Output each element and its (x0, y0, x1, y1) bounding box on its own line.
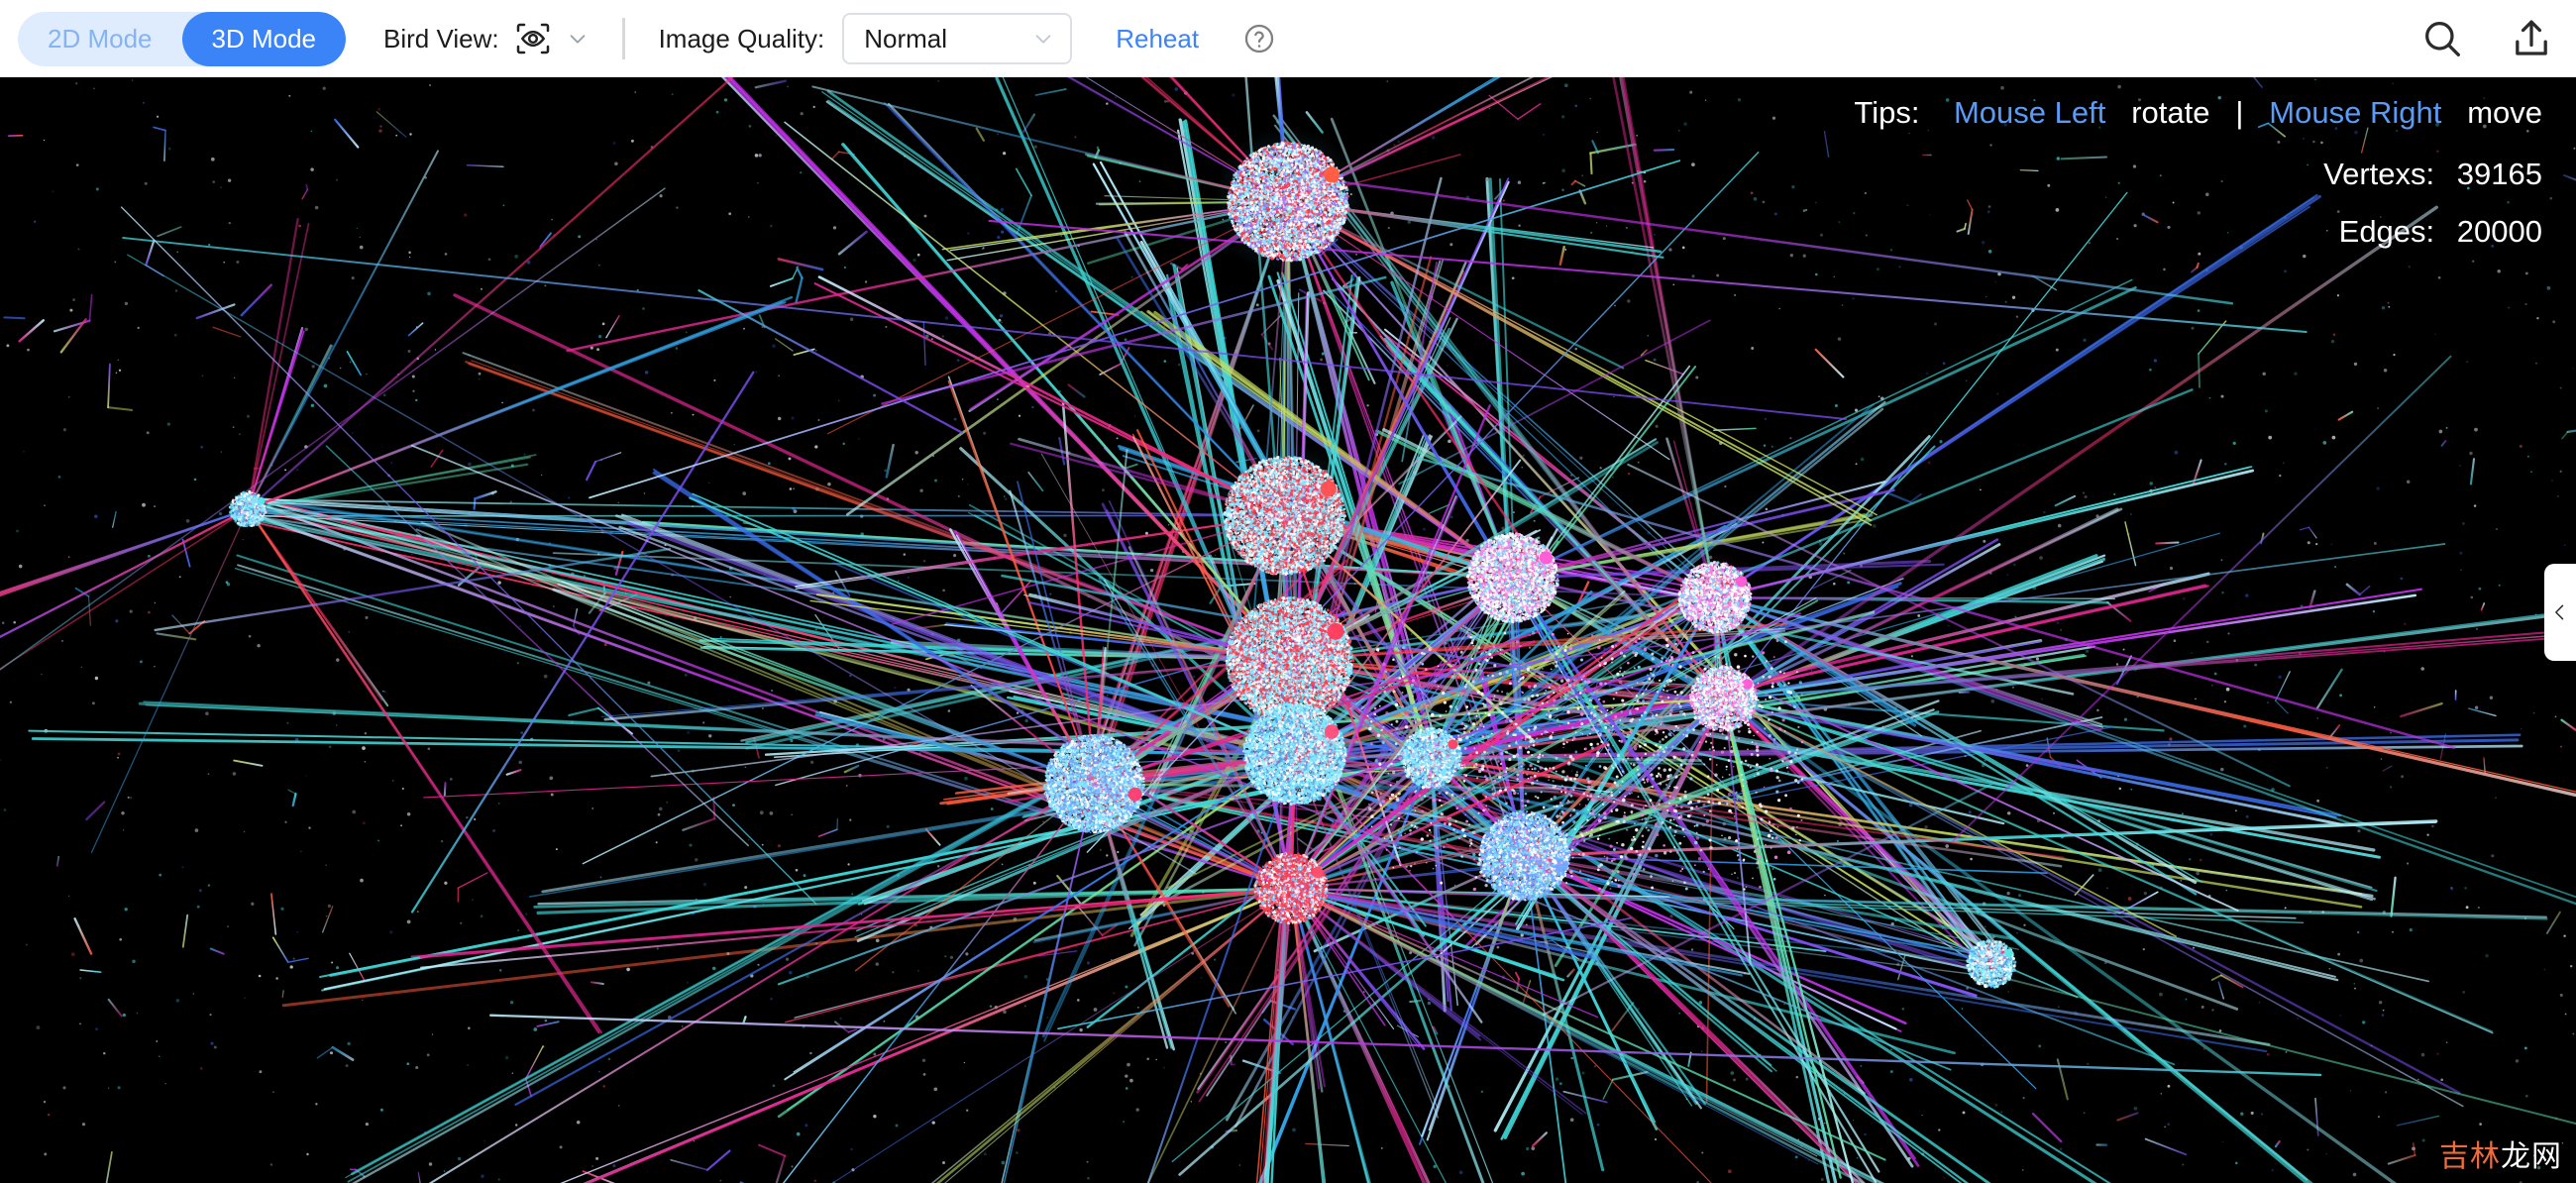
mode-2d-button[interactable]: 2D Mode (18, 12, 182, 66)
search-icon[interactable] (2419, 16, 2465, 61)
question-circle-icon[interactable] (1217, 22, 1276, 55)
upload-export-icon[interactable] (2509, 16, 2554, 61)
select-chevron-down-icon (1032, 28, 1054, 50)
mode-3d-button[interactable]: 3D Mode (182, 12, 347, 66)
toolbar-divider (622, 18, 625, 59)
image-quality-group: Image Quality: Normal Reheat (659, 13, 1276, 64)
image-quality-select[interactable]: Normal (842, 13, 1072, 64)
bird-view-group: Bird View: (383, 19, 589, 58)
eye-in-frame-icon[interactable] (513, 19, 553, 58)
image-quality-label: Image Quality: (659, 24, 825, 54)
bird-view-chevron-down-icon[interactable] (567, 28, 589, 50)
mode-switch[interactable]: 2D Mode 3D Mode (18, 12, 346, 66)
toolbar: 2D Mode 3D Mode Bird View: Image Quality… (0, 0, 2576, 77)
reheat-button[interactable]: Reheat (1116, 24, 1199, 54)
bird-view-label: Bird View: (383, 24, 499, 54)
graph-canvas[interactable]: Tips: Mouse Left rotate | Mouse Right mo… (0, 77, 2576, 1183)
chevron-left-icon (2550, 602, 2570, 622)
image-quality-value: Normal (864, 24, 947, 54)
graph-visualization[interactable] (0, 77, 2576, 1183)
side-panel-toggle[interactable] (2544, 564, 2576, 661)
